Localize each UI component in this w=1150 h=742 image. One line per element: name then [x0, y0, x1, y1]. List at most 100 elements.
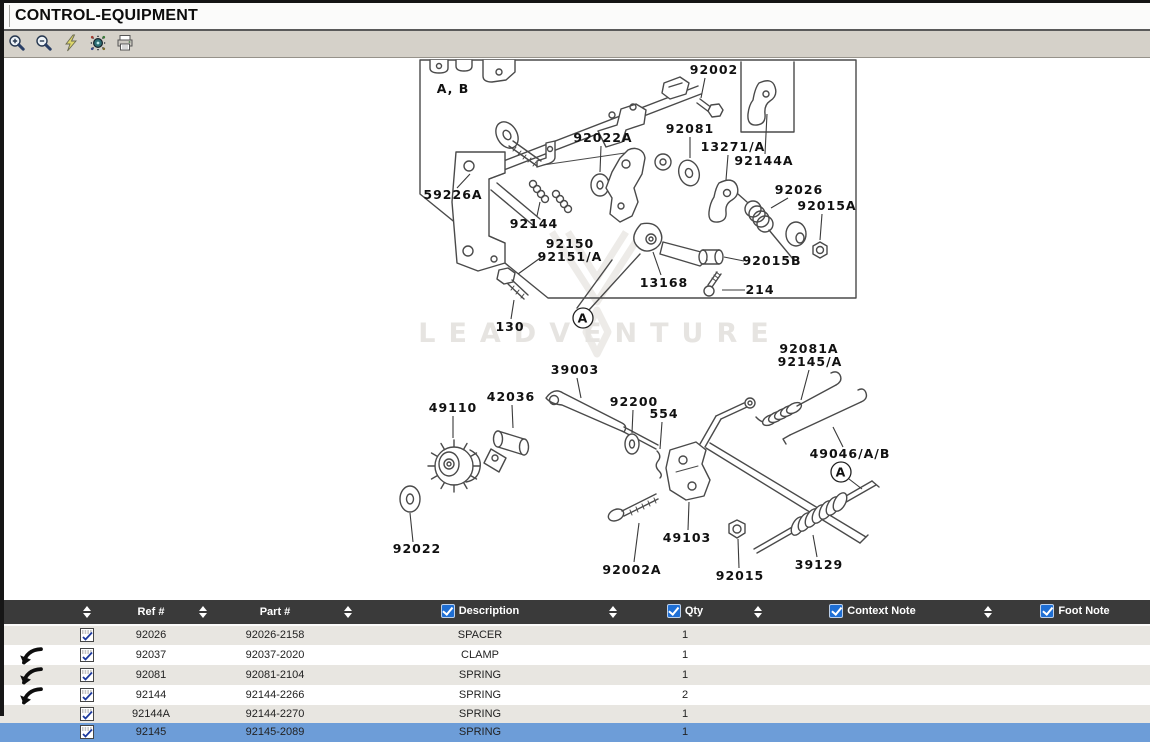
part-label[interactable]: 92151/A [538, 249, 603, 264]
part-label[interactable]: 130 [495, 319, 524, 334]
part-label[interactable]: 39003 [551, 362, 600, 377]
row-back-arrow-cell[interactable] [0, 625, 62, 645]
page-title: CONTROL-EQUIPMENT [15, 7, 198, 25]
table-row[interactable]: 9203792037-2020CLAMP1 [0, 645, 1150, 665]
part-label[interactable]: 42036 [487, 389, 536, 404]
part-label[interactable]: 59226A [423, 187, 482, 202]
qty-checkbox[interactable] [667, 604, 681, 618]
diagram-canvas[interactable]: LEADVENTURE [0, 58, 1150, 600]
header-ref[interactable]: Ref # [112, 600, 190, 625]
callout-letter: A [578, 311, 589, 326]
spacer [335, 665, 360, 685]
sort-control[interactable] [975, 600, 1000, 625]
sort-arrows-icon [754, 606, 762, 618]
diagram-line-art [400, 60, 879, 553]
part-label[interactable]: 13168 [640, 275, 689, 290]
spacer [975, 645, 1000, 665]
sort-arrows-icon [83, 606, 91, 618]
ref-cell: 92037 [112, 645, 190, 665]
part-label[interactable]: 39129 [795, 557, 844, 572]
flash-button[interactable] [60, 33, 82, 55]
spacer [975, 723, 1000, 742]
qty-cell: 1 [625, 625, 745, 645]
row-back-arrow-cell[interactable] [0, 665, 62, 685]
spacer [190, 705, 215, 724]
part-label[interactable]: 92081 [666, 121, 715, 136]
part-label[interactable]: 92145/A [778, 354, 843, 369]
sort-control[interactable] [745, 600, 770, 625]
part-label[interactable]: A, B [437, 81, 470, 96]
part-label[interactable]: 49110 [429, 400, 478, 415]
table-row[interactable]: 9214492144-2266SPRING2 [0, 685, 1150, 705]
spacer [745, 665, 770, 685]
description-cell: SPRING [360, 685, 600, 705]
title-divider [9, 5, 10, 27]
spacer [600, 705, 625, 724]
part-label[interactable]: 554 [649, 406, 678, 421]
row-back-arrow-cell[interactable] [0, 723, 62, 742]
part-label[interactable]: 92015 [716, 568, 765, 583]
part-label[interactable]: 92026 [775, 182, 824, 197]
parts-table-body: 9202692026-2158SPACER1 9203792037-2020CL… [0, 625, 1150, 742]
row-edit-cell[interactable] [62, 705, 112, 724]
part-label[interactable]: 92002A [602, 562, 661, 577]
watermark: LEADVENTURE [418, 318, 781, 349]
header-qty[interactable]: Qty [625, 600, 745, 625]
part-label[interactable]: 92144A [734, 153, 793, 168]
spacer [190, 665, 215, 685]
context-note-checkbox[interactable] [829, 604, 843, 618]
part-label[interactable]: 92015A [797, 198, 856, 213]
undo-arrow-icon [18, 669, 44, 681]
part-label[interactable]: 92002 [690, 62, 739, 77]
part-label[interactable]: 92022A [573, 130, 632, 145]
table-row[interactable]: 9202692026-2158SPACER1 [0, 625, 1150, 645]
sort-control[interactable] [190, 600, 215, 625]
table-row[interactable]: 9208192081-2104SPRING1 [0, 665, 1150, 685]
sort-control[interactable] [335, 600, 360, 625]
edit-note-icon [79, 708, 95, 720]
part-label[interactable]: 49103 [663, 530, 712, 545]
spacer [975, 705, 1000, 724]
header-foot-note[interactable]: Foot Note [1000, 600, 1150, 625]
ref-cell: 92026 [112, 625, 190, 645]
header-part[interactable]: Part # [215, 600, 335, 625]
sort-control[interactable] [62, 600, 112, 625]
spacer [745, 705, 770, 724]
spacer [745, 723, 770, 742]
description-checkbox[interactable] [441, 604, 455, 618]
part-label[interactable]: 49046/A/B [810, 446, 891, 461]
spacer [745, 685, 770, 705]
header-description[interactable]: Description [360, 600, 600, 625]
header-context-note[interactable]: Context Note [770, 600, 975, 625]
table-row[interactable]: 9214592145-2089SPRING1 [0, 723, 1150, 742]
row-edit-cell[interactable] [62, 723, 112, 742]
part-label[interactable]: 92015B [742, 253, 801, 268]
row-edit-cell[interactable] [62, 685, 112, 705]
header-spacer [0, 600, 62, 625]
part-label[interactable]: 13271/A [701, 139, 766, 154]
row-edit-cell[interactable] [62, 665, 112, 685]
row-back-arrow-cell[interactable] [0, 705, 62, 724]
hotspots-button[interactable] [87, 33, 109, 55]
sort-control[interactable] [600, 600, 625, 625]
context-note-cell [770, 723, 975, 742]
foot-note-checkbox[interactable] [1040, 604, 1054, 618]
table-row[interactable]: 92144A92144-2270SPRING1 [0, 705, 1150, 724]
zoom-in-button[interactable] [6, 33, 28, 55]
row-edit-cell[interactable] [62, 645, 112, 665]
zoom-out-button[interactable] [33, 33, 55, 55]
flash-icon [62, 34, 80, 55]
print-button[interactable] [114, 33, 136, 55]
spacer [600, 625, 625, 645]
part-label[interactable]: 92144 [510, 216, 559, 231]
edit-note-icon [79, 689, 95, 701]
description-cell: SPRING [360, 705, 600, 724]
ref-cell: 92144A [112, 705, 190, 724]
part-label[interactable]: 214 [745, 282, 774, 297]
row-edit-cell[interactable] [62, 625, 112, 645]
part-cell: 92081-2104 [215, 665, 335, 685]
table-header-row: Ref # Part # Description Qty Context Not… [0, 600, 1150, 625]
part-label[interactable]: 92022 [393, 541, 442, 556]
row-back-arrow-cell[interactable] [0, 645, 62, 665]
row-back-arrow-cell[interactable] [0, 685, 62, 705]
